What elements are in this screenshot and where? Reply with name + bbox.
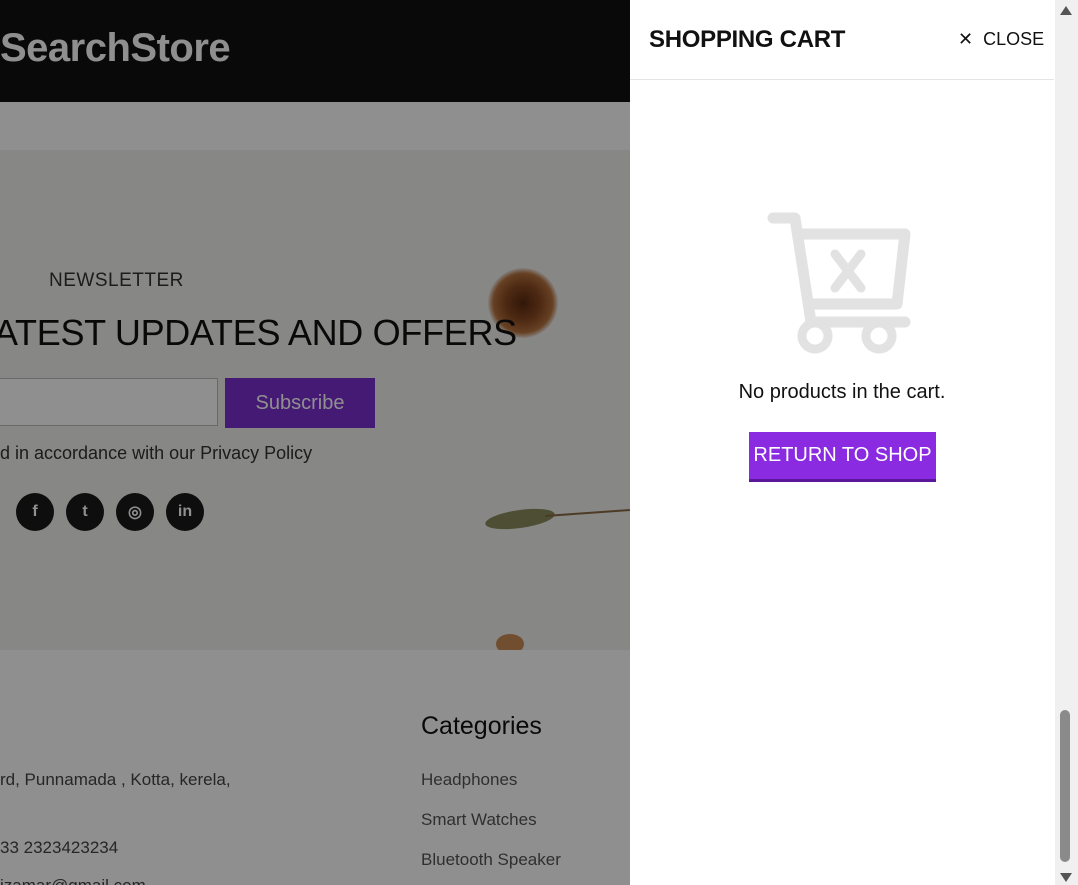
- scrollbar-thumb[interactable]: [1060, 710, 1070, 862]
- cart-title: SHOPPING CART: [649, 26, 846, 53]
- scrollbar[interactable]: [1055, 0, 1078, 885]
- close-button[interactable]: ✕ CLOSE: [958, 29, 1044, 50]
- scroll-up-arrow-icon[interactable]: [1060, 6, 1072, 15]
- page: SearchStore NEWSLETTER ATEST UPDATES AND…: [0, 0, 1078, 885]
- close-icon: ✕: [958, 29, 974, 49]
- empty-cart-icon: [767, 212, 911, 354]
- scroll-down-arrow-icon[interactable]: [1060, 873, 1072, 882]
- return-to-shop-button[interactable]: RETURN TO SHOP: [749, 432, 936, 482]
- cart-header: SHOPPING CART ✕ CLOSE: [630, 0, 1054, 80]
- cart-sidebar: SHOPPING CART ✕ CLOSE No products in the…: [630, 0, 1078, 885]
- empty-cart-message: No products in the cart.: [738, 381, 946, 403]
- cart-backdrop-overlay[interactable]: [0, 0, 630, 885]
- close-label: CLOSE: [983, 29, 1045, 49]
